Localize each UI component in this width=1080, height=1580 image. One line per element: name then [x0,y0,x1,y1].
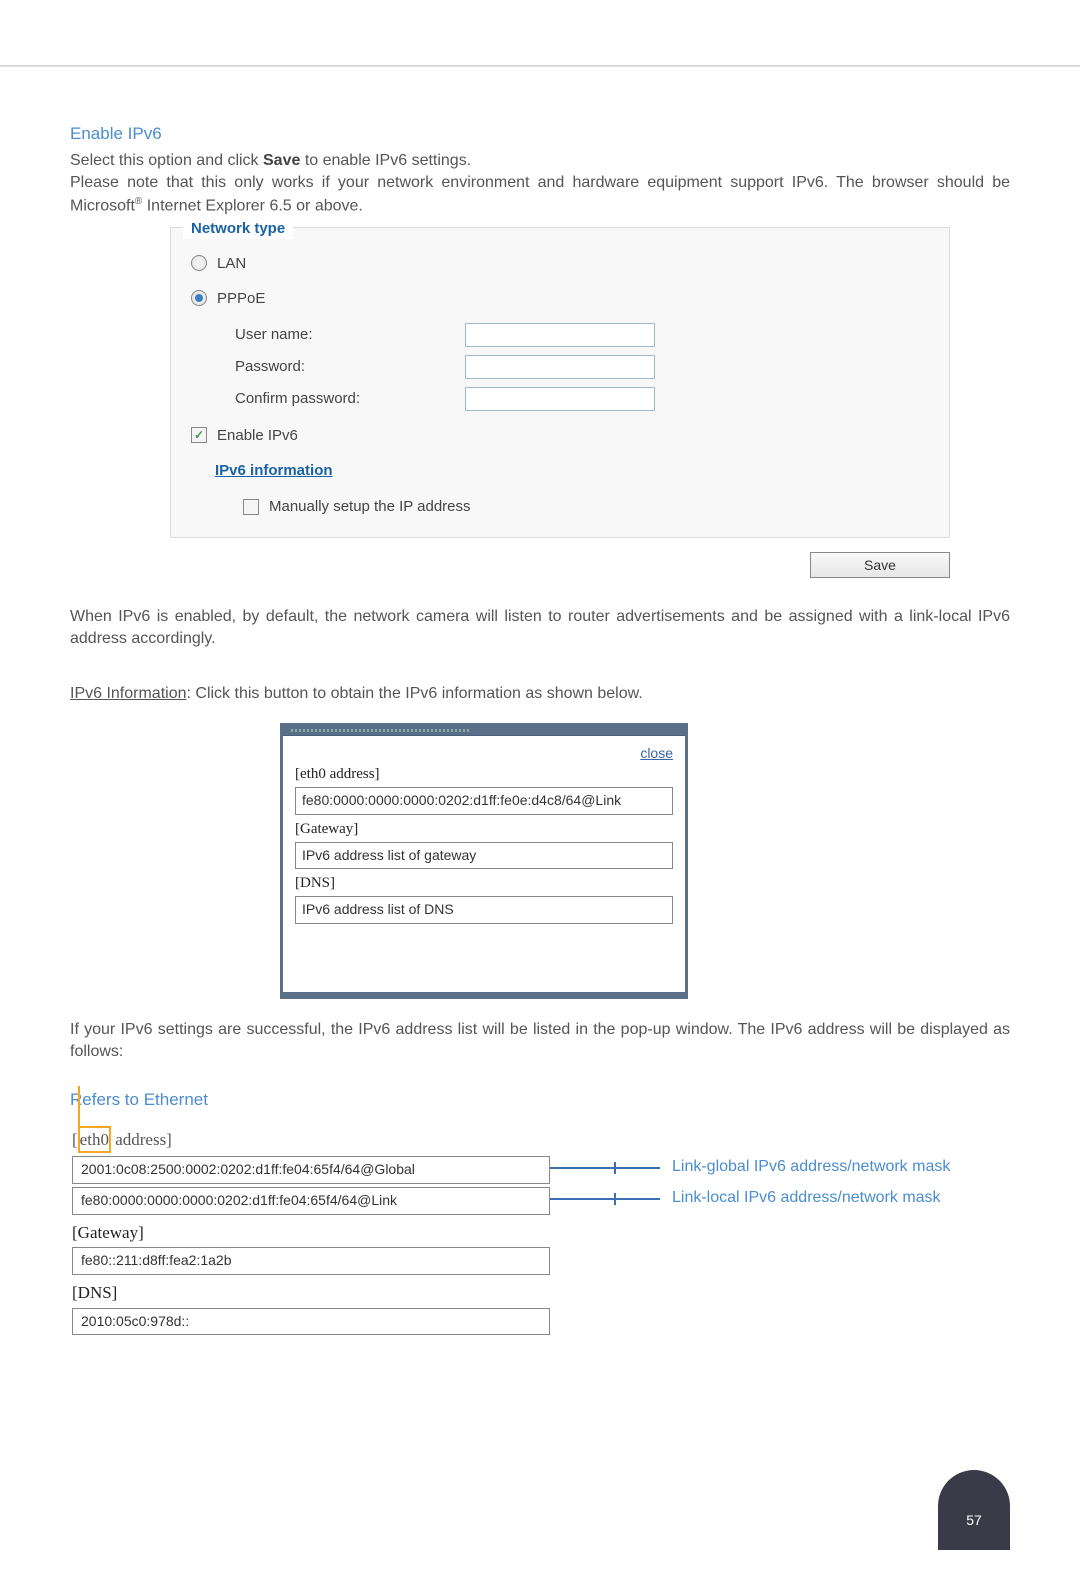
popup-bottom-bar [283,992,685,996]
manual-setup-checkbox[interactable] [243,499,259,515]
eth-diagram: [eth0 address] 2001:0c08:2500:0002:0202:… [72,1126,1010,1336]
eth-link-addr: fe80:0000:0000:0000:0202:d1ff:fe04:65f4/… [72,1187,550,1215]
eth-dns-value: 2010:05c0:978d:: [72,1308,550,1336]
page-content: Enable IPv6 Select this option and click… [0,67,1080,1335]
page-number: 57 [966,1512,982,1528]
password-row: Password: [235,355,933,379]
ipv6-information-link[interactable]: IPv6 information [215,462,333,479]
radio-lan[interactable] [191,255,207,271]
enable-ipv6-row[interactable]: Enable IPv6 [191,425,933,446]
after-panel-paragraph: When IPv6 is enabled, by default, the ne… [70,606,1010,651]
username-row: User name: [235,323,933,347]
ipv6-info-popup: close [eth0 address] fe80:0000:0000:0000… [280,723,688,999]
ipv6-info-paragraph: IPv6 Information: Click this button to o… [70,683,1010,705]
radio-pppoe[interactable] [191,290,207,306]
network-type-panel: Network type LAN PPPoE User name: Passwo… [170,227,950,538]
eth-global-addr: 2001:0c08:2500:0002:0202:d1ff:fe04:65f4/… [72,1156,550,1184]
radio-pppoe-label: PPPoE [217,288,265,309]
connector-label-link: Link-local IPv6 address/network mask [672,1187,941,1209]
eth0-highlight: eth0 [78,1126,111,1154]
radio-lan-row[interactable]: LAN [191,253,933,274]
eth-gateway-value: fe80::211:d8ff:fea2:1a2b [72,1247,550,1275]
connector-global [550,1158,670,1178]
page-number-tab: 57 [938,1470,1010,1550]
manual-setup-label: Manually setup the IP address [269,496,471,517]
intro-text-3b: Internet Explorer 6.5 or above. [142,197,363,214]
popup-eth0-label: [eth0 address] [295,764,673,785]
popup-gateway-label: [Gateway] [295,819,673,840]
eth-gateway-label: [Gateway] [72,1221,1010,1245]
intro-paragraph: Select this option and click Save to ena… [70,150,1010,218]
eth0-address-label: [eth0 address] [72,1126,1010,1154]
password-label: Password: [235,356,465,377]
popup-dns-label: [DNS] [295,873,673,894]
eth0-callout-line [78,1086,80,1140]
panel-legend: Network type [183,218,293,239]
connector-label-global: Link-global IPv6 address/network mask [672,1156,950,1178]
heading-refers-ethernet: Refers to Ethernet [70,1088,1010,1112]
save-row: Save [70,552,950,578]
popup-eth0-value: fe80:0000:0000:0000:0202:d1ff:fe0e:d4c8/… [295,787,673,815]
confirm-input[interactable] [465,387,655,411]
intro-text-1: Select this option and click [70,152,263,169]
heading-enable-ipv6: Enable IPv6 [70,122,1010,146]
intro-save-word: Save [263,152,300,169]
radio-pppoe-row[interactable]: PPPoE [191,288,933,309]
eth-dns-label: [DNS] [72,1281,1010,1305]
popup-dns-value: IPv6 address list of DNS [295,896,673,924]
radio-lan-label: LAN [217,253,246,274]
connector-link [550,1189,670,1209]
username-input[interactable] [465,323,655,347]
confirm-row: Confirm password: [235,387,933,411]
username-label: User name: [235,324,465,345]
save-button[interactable]: Save [810,552,950,578]
manual-setup-row[interactable]: Manually setup the IP address [243,496,933,517]
after-popup-paragraph: If your IPv6 settings are successful, th… [70,1019,1010,1064]
intro-text-2: to enable IPv6 settings. [300,152,471,169]
popup-titlebar [283,726,685,736]
popup-gateway-value: IPv6 address list of gateway [295,842,673,870]
enable-ipv6-label: Enable IPv6 [217,425,298,446]
password-input[interactable] [465,355,655,379]
enable-ipv6-checkbox[interactable] [191,427,207,443]
ipv6-info-underline: IPv6 Information [70,685,187,702]
ipv6-info-rest: : Click this button to obtain the IPv6 i… [187,685,643,702]
bracket-rest: address] [111,1130,172,1149]
confirm-label: Confirm password: [235,388,465,409]
popup-close-link[interactable]: close [640,744,673,764]
